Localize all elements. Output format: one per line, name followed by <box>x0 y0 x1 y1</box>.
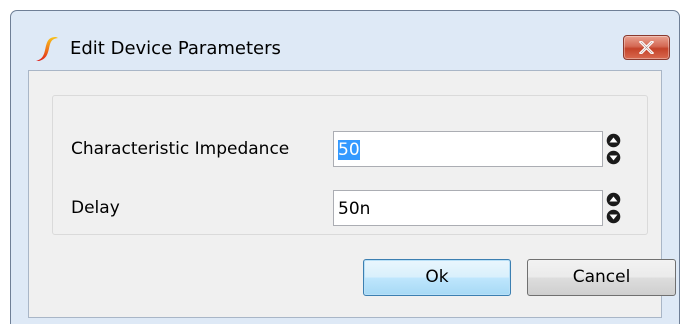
impedance-input[interactable]: 50 <box>333 131 603 167</box>
impedance-spinner[interactable] <box>606 132 621 168</box>
spin-up-icon[interactable] <box>606 133 621 148</box>
delay-value: 50n <box>338 199 371 219</box>
delay-spinner[interactable] <box>606 191 621 227</box>
impedance-value: 50 <box>338 140 360 160</box>
param-label-impedance: Characteristic Impedance <box>71 139 290 159</box>
ok-button[interactable]: Ok <box>363 259 511 296</box>
simetrix-logo-icon <box>36 37 58 61</box>
dialog-body: Characteristic Impedance 50 Delay 50n Ok… <box>28 70 676 318</box>
parameters-group: Characteristic Impedance 50 Delay 50n <box>52 95 648 235</box>
spin-down-icon[interactable] <box>606 209 621 224</box>
spin-up-icon[interactable] <box>606 192 621 207</box>
close-button[interactable] <box>623 35 670 60</box>
dialog-title: Edit Device Parameters <box>70 38 281 59</box>
cancel-button[interactable]: Cancel <box>527 259 676 296</box>
spin-down-icon[interactable] <box>606 150 621 165</box>
close-x-icon <box>639 41 654 54</box>
delay-input[interactable]: 50n <box>333 190 603 226</box>
dialog-window: Edit Device Parameters Characteristic Im… <box>10 10 680 324</box>
param-label-delay: Delay <box>71 198 120 218</box>
